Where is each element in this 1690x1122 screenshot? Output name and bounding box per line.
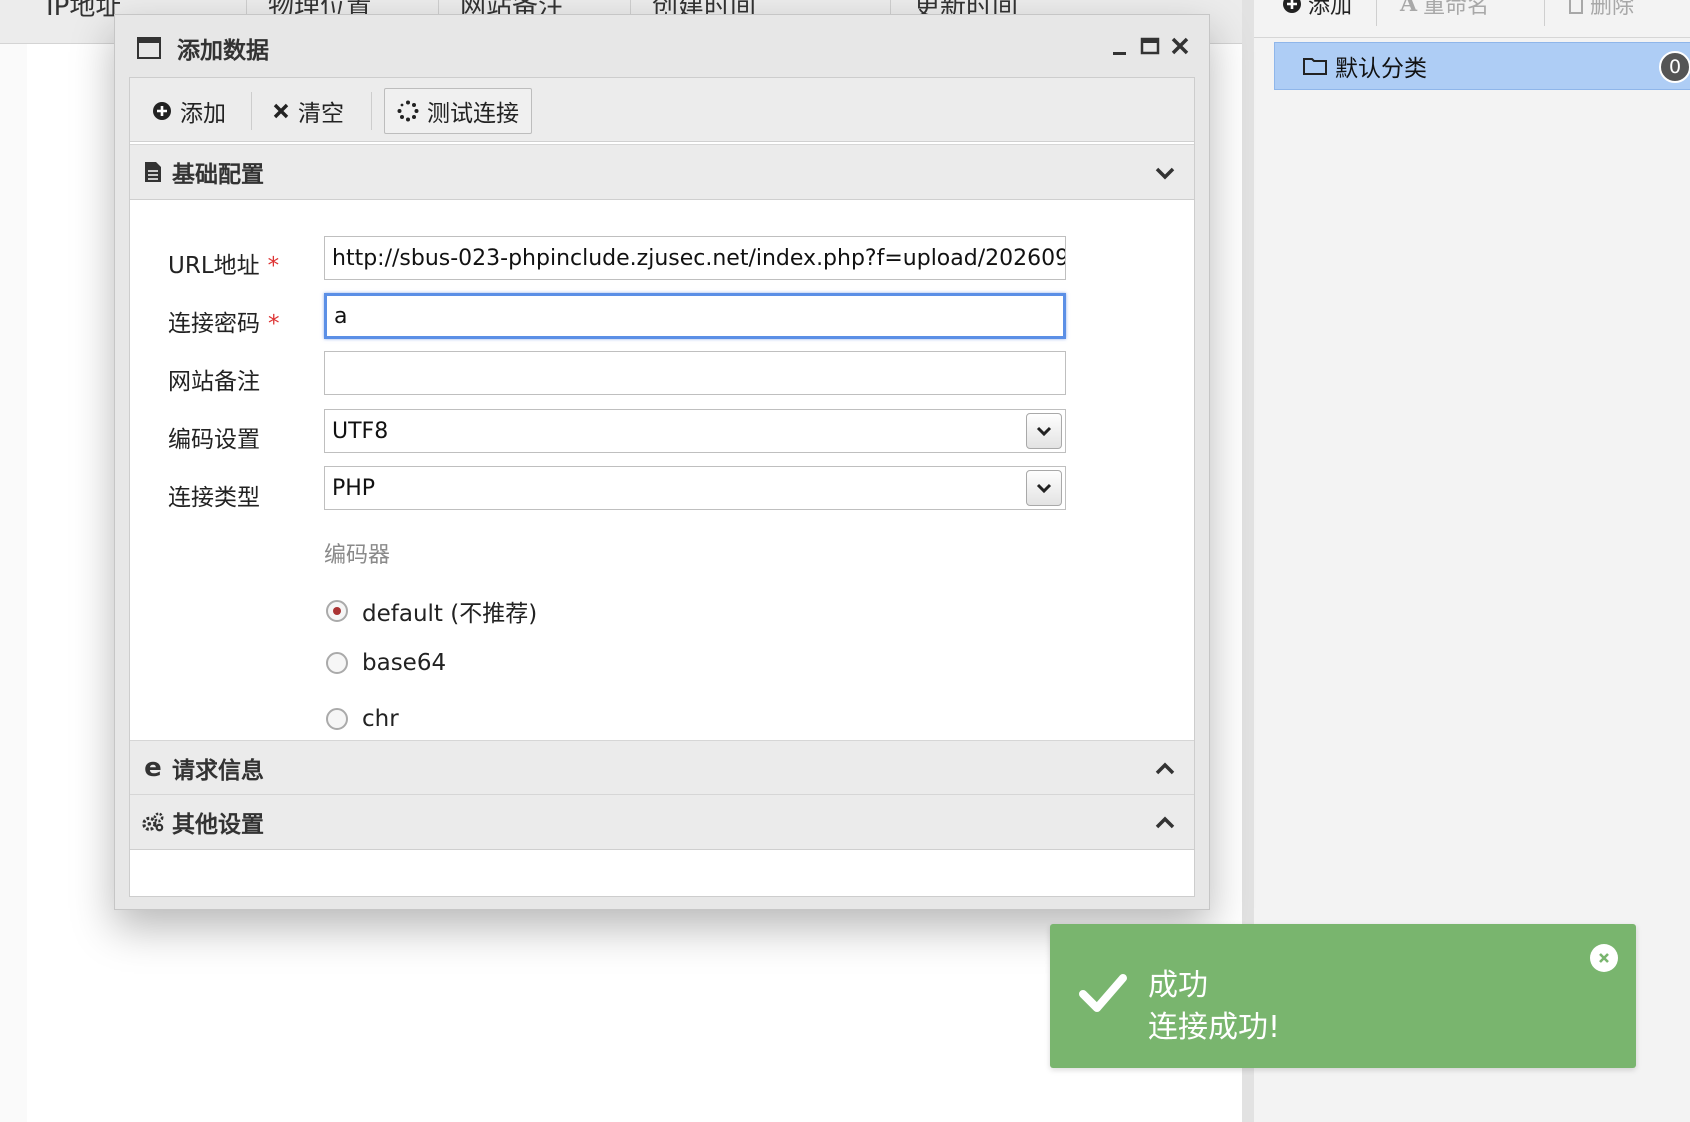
- type-label: 连接类型: [168, 485, 260, 511]
- password-input[interactable]: a: [324, 293, 1066, 339]
- type-select[interactable]: PHP: [324, 466, 1066, 510]
- chevron-down-icon[interactable]: [1026, 413, 1062, 449]
- plus-circle-icon: [1283, 0, 1301, 13]
- encoder-option-label: base64: [362, 650, 447, 676]
- section-request-header[interactable]: e 请求信息: [130, 740, 1194, 796]
- chevron-up-icon[interactable]: [1154, 759, 1176, 779]
- section-request-title: 请求信息: [172, 758, 264, 784]
- url-input[interactable]: http://sbus-023-phpinclude.zjusec.net/in…: [324, 236, 1066, 280]
- add-button-label: 添加: [180, 101, 226, 127]
- document-icon: [142, 160, 164, 184]
- category-add-button[interactable]: 添加: [1282, 0, 1352, 20]
- category-add-label: 添加: [1308, 0, 1353, 19]
- encoding-select-value: UTF8: [332, 418, 389, 444]
- password-label: 连接密码 *: [168, 304, 280, 338]
- category-rename-label: 重命名: [1423, 0, 1490, 19]
- toolbar-divider: [1376, 0, 1377, 26]
- category-delete-button[interactable]: 删除: [1568, 0, 1634, 20]
- font-icon: A: [1400, 0, 1418, 17]
- toolbar-divider: [251, 92, 252, 130]
- note-label: 网站备注: [168, 369, 260, 395]
- toolbar-divider: [371, 92, 372, 130]
- section-basic-title: 基础配置: [172, 162, 264, 188]
- checkmark-icon: [1079, 974, 1127, 1012]
- test-connection-label: 测试连接: [427, 101, 519, 127]
- radio-checked[interactable]: [326, 600, 348, 622]
- type-select-value: PHP: [332, 475, 376, 501]
- toast-close-icon[interactable]: [1590, 944, 1618, 972]
- success-toast: 成功 连接成功!: [1050, 924, 1636, 1068]
- column-header-ip[interactable]: IP地址: [46, 0, 121, 23]
- test-connection-button[interactable]: 测试连接: [384, 88, 532, 134]
- gears-icon: [142, 810, 164, 834]
- encoder-option-base64[interactable]: base64: [326, 650, 446, 676]
- url-label: URL地址 *: [168, 246, 279, 280]
- encoder-option-label: default (不推荐): [362, 601, 538, 627]
- section-basic-header[interactable]: 基础配置: [130, 144, 1194, 200]
- dialog-toolbar: 添加 清空 测试连接: [130, 78, 1194, 142]
- chevron-down-icon[interactable]: [1026, 470, 1062, 506]
- radio-unchecked[interactable]: [326, 652, 348, 674]
- section-other-title: 其他设置: [172, 812, 264, 838]
- dialog-title: 添加数据: [177, 38, 269, 64]
- trash-icon: [1569, 0, 1583, 14]
- folder-icon: [1303, 58, 1327, 75]
- close-icon: [273, 103, 289, 119]
- password-label-text: 连接密码: [168, 311, 260, 337]
- minimize-icon[interactable]: [1107, 33, 1133, 59]
- chevron-up-icon[interactable]: [1154, 813, 1176, 833]
- basic-config-form: URL地址 * http://sbus-023-phpinclude.zjusec…: [130, 200, 1194, 740]
- section-other-header[interactable]: 其他设置: [130, 794, 1194, 850]
- category-toolbar: 添加 A 重命名 删除: [1254, 0, 1690, 38]
- category-delete-label: 删除: [1590, 0, 1635, 19]
- toast-title: 成功: [1148, 968, 1208, 1003]
- add-button[interactable]: 添加: [140, 88, 238, 134]
- toast-message: 连接成功!: [1148, 1010, 1281, 1045]
- required-marker: *: [268, 311, 280, 337]
- window-icon: [137, 37, 161, 59]
- close-icon[interactable]: [1167, 33, 1193, 59]
- required-marker: *: [267, 253, 280, 279]
- edge-icon: e: [144, 753, 162, 783]
- maximize-icon[interactable]: [1137, 33, 1163, 59]
- encoder-option-chr[interactable]: chr: [326, 706, 399, 732]
- chevron-down-icon[interactable]: [1154, 163, 1176, 183]
- category-rename-button[interactable]: A 重命名: [1400, 0, 1489, 20]
- clear-button-label: 清空: [298, 101, 344, 127]
- note-input[interactable]: [324, 351, 1066, 395]
- table-row-gutter: [0, 44, 27, 1122]
- url-label-text: URL地址: [168, 253, 260, 279]
- encoder-label: 编码器: [324, 543, 391, 568]
- add-data-dialog: 添加数据 添加 清空 测试连接 基础配置 URL地址 * http://sbus…: [114, 14, 1210, 910]
- encoder-option-default[interactable]: default (不推荐): [326, 594, 537, 628]
- encoding-select[interactable]: UTF8: [324, 409, 1066, 453]
- radio-unchecked[interactable]: [326, 708, 348, 730]
- dialog-titlebar[interactable]: 添加数据: [115, 15, 1209, 77]
- encoding-label: 编码设置: [168, 427, 260, 453]
- category-item-label: 默认分类: [1335, 56, 1427, 82]
- category-item-default[interactable]: 默认分类 0: [1274, 42, 1690, 90]
- plus-circle-icon: [153, 102, 171, 120]
- encoder-option-label: chr: [362, 706, 399, 732]
- category-count-badge: 0: [1659, 51, 1690, 83]
- toolbar-divider: [1544, 0, 1545, 26]
- clear-button[interactable]: 清空: [260, 88, 356, 134]
- spinner-icon: [397, 100, 419, 122]
- dialog-body: 添加 清空 测试连接 基础配置 URL地址 * http://sbus-023-…: [129, 77, 1195, 897]
